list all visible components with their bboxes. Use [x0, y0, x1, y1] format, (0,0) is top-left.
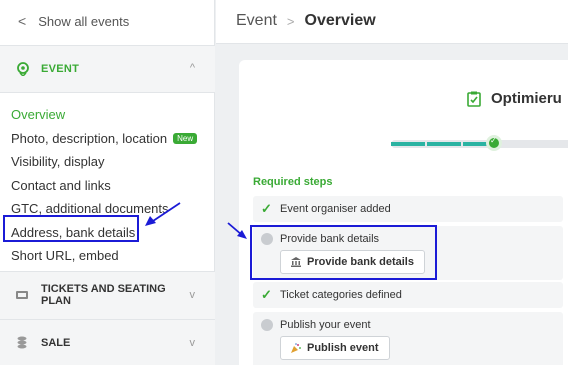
progress-segment: [427, 142, 461, 146]
event-menu: Overview Photo, description, location Ne…: [11, 103, 198, 268]
button-label: Publish event: [307, 342, 379, 354]
step-event-organiser: ✓ Event organiser added: [253, 196, 563, 222]
menu-item-overview[interactable]: Overview: [11, 103, 197, 127]
menu-item-short-url-embed[interactable]: Short URL, embed: [11, 244, 197, 268]
card-title-text: Optimieru: [491, 90, 562, 107]
chevron-left-icon: <: [18, 13, 27, 29]
sidebar: < Show all events EVENT ^ Overview Photo…: [0, 0, 215, 365]
step-label: Event organiser added: [280, 203, 391, 215]
menu-item-contact-links[interactable]: Contact and links: [11, 174, 197, 198]
menu-item-label: Photo, description, location: [11, 130, 168, 146]
check-icon: ✓: [261, 287, 272, 302]
chevron-right-icon: >: [286, 13, 295, 29]
chevron-down-icon: v: [189, 337, 196, 349]
step-label: Publish your event: [280, 319, 371, 331]
menu-item-label: Overview: [11, 107, 66, 123]
menu-item-label: Short URL, embed: [11, 248, 119, 264]
ticket-icon: [16, 291, 28, 299]
publish-event-button[interactable]: Publish event: [280, 336, 390, 360]
menu-item-label: Contact and links: [11, 177, 111, 193]
overview-card: Optimieru ✓ Required steps ✓ Event organ…: [239, 60, 568, 365]
divider: [0, 92, 215, 93]
breadcrumb-current: Overview: [304, 12, 376, 29]
section-sale-label: SALE: [41, 337, 71, 349]
show-all-events-link[interactable]: < Show all events: [18, 13, 129, 29]
annotation-arrow-icon: [145, 202, 181, 226]
location-pin-icon: [17, 62, 29, 76]
new-badge: New: [173, 132, 198, 144]
section-tickets-label: TICKETS AND SEATING PLAN: [41, 283, 166, 307]
progress-check-icon: ✓: [486, 135, 502, 151]
pending-circle-icon: [261, 319, 273, 331]
check-icon: ✓: [261, 201, 272, 216]
coins-icon: [17, 336, 27, 349]
progress-bar: [391, 140, 568, 148]
clipboard-check-icon: [467, 91, 481, 107]
progress-segment: [391, 142, 425, 146]
section-event-label: EVENT: [41, 63, 80, 75]
annotation-arrow-icon: [227, 222, 247, 239]
step-ticket-categories: ✓ Ticket categories defined: [253, 282, 563, 308]
breadcrumb-event-link[interactable]: Event: [236, 12, 277, 30]
back-label: Show all events: [38, 13, 130, 29]
step-label: Ticket categories defined: [280, 289, 402, 301]
chevron-down-icon: v: [189, 289, 196, 301]
top-header: Event > Overview: [216, 0, 568, 44]
highlight-box-step: [250, 225, 437, 280]
highlight-box-sidebar: [3, 215, 139, 242]
party-popper-icon: [291, 343, 301, 353]
menu-item-visibility-display[interactable]: Visibility, display: [11, 150, 197, 174]
menu-item-label: Visibility, display: [11, 154, 105, 170]
step-publish-event: Publish your event Publish event: [253, 312, 563, 365]
section-sale-header[interactable]: SALE v: [0, 320, 215, 365]
section-event-header[interactable]: EVENT ^: [0, 46, 215, 92]
chevron-up-icon: ^: [189, 62, 195, 74]
section-tickets-header[interactable]: TICKETS AND SEATING PLAN v: [0, 272, 215, 319]
card-title: Optimieru: [467, 90, 562, 107]
menu-item-photo-description-location[interactable]: Photo, description, location New: [11, 127, 198, 151]
required-steps-label: Required steps: [253, 176, 333, 188]
breadcrumb: Event > Overview: [236, 12, 376, 30]
